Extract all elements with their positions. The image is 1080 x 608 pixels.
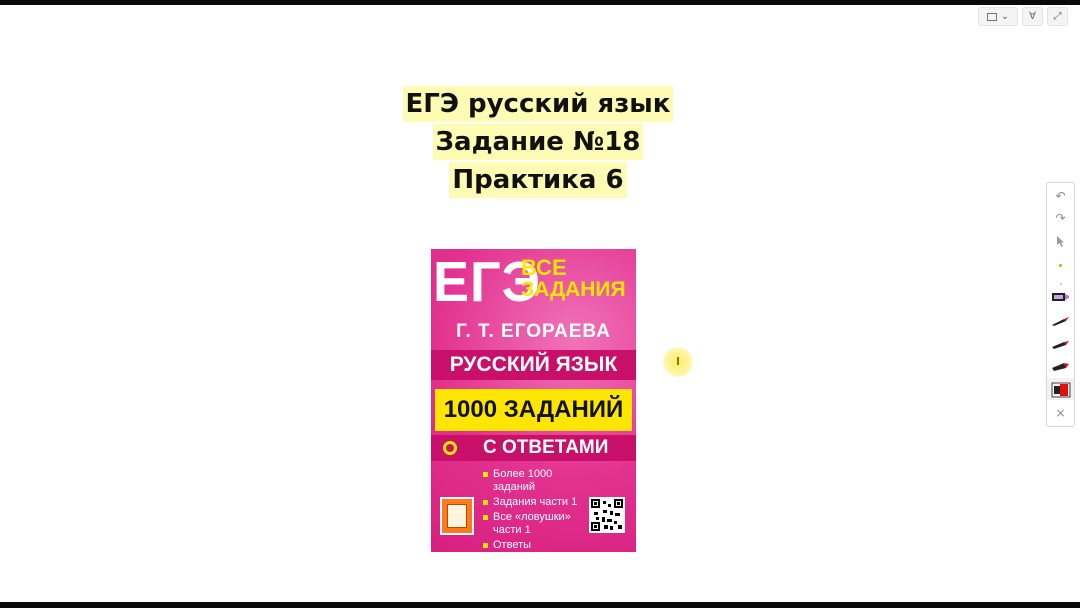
book-answers-band: С ОТВЕТАМИ xyxy=(431,435,636,461)
slide-title: ЕГЭ русский язык Задание №18 Практика 6 xyxy=(388,86,688,200)
dot-icon xyxy=(1059,263,1062,267)
expand-button[interactable]: ⤢ xyxy=(1047,7,1068,26)
qr-code-icon xyxy=(589,497,625,533)
book-author: Г. Т. ЕГОРАЕВА xyxy=(456,321,611,342)
book-series-line2: ЗАДАНИЯ xyxy=(521,278,626,301)
filter-button[interactable]: ∀ xyxy=(1022,7,1043,26)
chevron-down-icon: ⌄ xyxy=(1000,11,1010,22)
redo-button[interactable]: ↷ xyxy=(1047,207,1074,229)
top-black-bar xyxy=(0,0,1080,5)
select-tool-button[interactable] xyxy=(1047,230,1074,252)
undo-button[interactable]: ↶ xyxy=(1047,185,1074,207)
bottom-black-bar xyxy=(0,602,1080,608)
book-answers: С ОТВЕТАМИ xyxy=(483,437,609,458)
title-line-3: Практика 6 xyxy=(449,162,627,198)
title-line-2: Задание №18 xyxy=(432,124,644,160)
highlighter-purple-button[interactable] xyxy=(1047,286,1074,308)
book-series-line1: ВСЕ xyxy=(521,255,567,280)
highlighter-icon xyxy=(1051,382,1070,398)
title-line-1: ЕГЭ русский язык xyxy=(402,86,674,122)
list-item: Все «ловушки» части 1 xyxy=(483,511,593,537)
pen-red-thick-button[interactable] xyxy=(1047,355,1074,377)
book-subject: РУССКИЙ ЯЗЫК xyxy=(431,350,636,380)
cursor-icon xyxy=(677,357,679,365)
book-cover: ЕГЭ ВСЕ ЗАДАНИЯ Г. Т. ЕГОРАЕВА РУССКИЙ Я… xyxy=(431,249,636,552)
pointer-icon xyxy=(1056,235,1064,247)
annotation-toolbar: ↶ ↷ × xyxy=(1046,182,1075,427)
highlighter-red-button[interactable] xyxy=(1047,378,1074,400)
pen-icon xyxy=(1051,317,1069,326)
layout-dropdown-button[interactable]: ⌄ xyxy=(978,7,1018,26)
pen-icon xyxy=(1051,363,1069,371)
publisher-logo-icon xyxy=(440,497,474,535)
view-controls: ⌄ ∀ ⤢ xyxy=(978,7,1068,26)
book-count: 1000 ЗАДАНИЙ xyxy=(435,389,632,431)
list-item: Ответы xyxy=(483,539,593,552)
redo-icon: ↷ xyxy=(1055,211,1066,225)
close-icon: × xyxy=(1055,406,1066,420)
pen-icon xyxy=(1051,341,1069,349)
small-dot-icon xyxy=(1059,283,1062,285)
list-item: Задания части 1 xyxy=(483,496,593,509)
filter-icon: ∀ xyxy=(1029,11,1036,22)
layout-icon xyxy=(986,12,997,21)
list-item: Более 1000 заданий xyxy=(483,468,593,494)
marker-icon xyxy=(1051,293,1069,301)
expand-icon: ⤢ xyxy=(1053,11,1062,22)
pen-red-thin-button[interactable] xyxy=(1047,310,1074,332)
pen-red-medium-button[interactable] xyxy=(1047,333,1074,355)
book-feature-list: Более 1000 заданий Задания части 1 Все «… xyxy=(483,468,593,552)
circle-icon xyxy=(443,441,457,455)
undo-icon: ↶ xyxy=(1055,189,1066,203)
close-toolbar-button[interactable]: × xyxy=(1047,402,1074,424)
